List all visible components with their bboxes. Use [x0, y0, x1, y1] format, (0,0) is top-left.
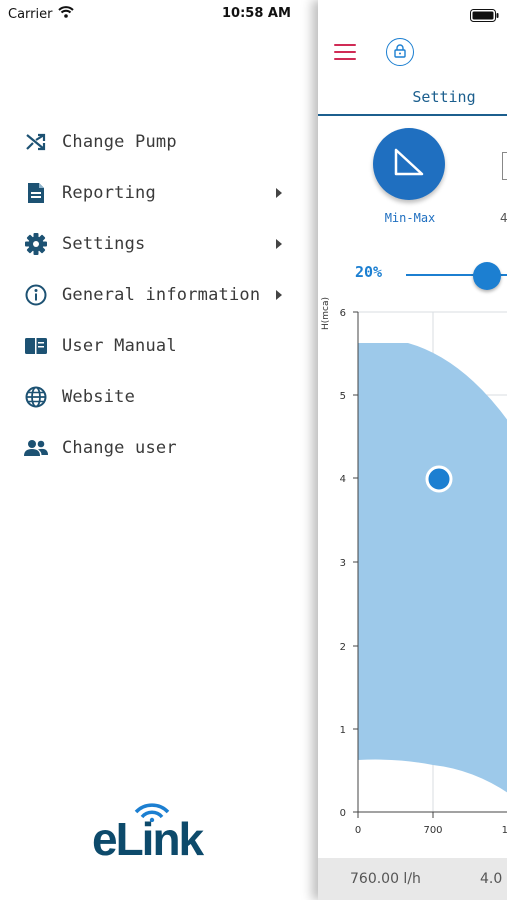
y-tick: 1 — [340, 725, 346, 736]
operating-point[interactable] — [425, 465, 453, 493]
users-icon — [24, 436, 48, 460]
menu-item-label: Change user — [62, 437, 177, 458]
y-tick: 5 — [340, 391, 346, 402]
chevron-right-icon — [276, 187, 282, 198]
menu-item-label: User Manual — [62, 335, 177, 356]
menu-item-label: General information — [62, 284, 261, 305]
document-icon — [24, 181, 48, 205]
min-max-mode-button[interactable] — [373, 128, 445, 200]
hamburger-line — [334, 51, 356, 53]
y-tick: 2 — [340, 642, 346, 653]
logo-text: eLink — [92, 813, 204, 865]
hamburger-line — [334, 58, 356, 60]
menu-item-label: Settings — [62, 233, 146, 254]
slider-thumb[interactable] — [473, 262, 501, 290]
wifi-icon — [58, 6, 75, 22]
chevron-right-icon — [276, 238, 282, 249]
menu-item-label: Change Pump — [62, 131, 177, 152]
x-tick: 14 — [502, 825, 507, 836]
menu-item-reporting[interactable]: Reporting — [0, 167, 318, 218]
x-tick: 0 — [355, 825, 361, 836]
next-mode-label: 4 — [500, 211, 507, 225]
y-tick: 3 — [340, 558, 346, 569]
status-bar: Carrier 10:58 AM — [0, 0, 507, 28]
menu-item-label: Reporting — [62, 182, 156, 203]
book-icon — [24, 334, 48, 358]
menu-item-change-pump[interactable]: Change Pump — [0, 116, 318, 167]
next-mode-icon[interactable] — [502, 152, 507, 180]
pump-curve-chart: 0 1 2 3 4 5 6 0 700 14 — [340, 308, 507, 836]
y-tick: 6 — [340, 308, 346, 319]
drawer-menu: Change Pump Reporting Settings General i… — [0, 116, 318, 473]
chevron-right-icon — [276, 289, 282, 300]
shuffle-icon — [24, 130, 48, 154]
side-drawer: Change Pump Reporting Settings General i… — [0, 0, 318, 900]
hamburger-menu-button[interactable] — [334, 44, 356, 65]
triangle-ruler-icon — [392, 147, 426, 181]
menu-item-settings[interactable]: Settings — [0, 218, 318, 269]
carrier-info: Carrier — [8, 6, 75, 22]
x-tick: 700 — [423, 825, 442, 836]
menu-item-general-information[interactable]: General information — [0, 269, 318, 320]
lock-button[interactable] — [386, 38, 414, 66]
elink-logo: eLink — [92, 800, 232, 865]
y-tick: 0 — [340, 808, 346, 819]
battery-icon — [470, 7, 500, 26]
hamburger-line — [334, 44, 356, 46]
menu-item-label: Website — [62, 386, 136, 407]
info-icon — [24, 283, 48, 307]
mode-label: Min-Max — [384, 211, 436, 225]
tab-setting[interactable]: Setting — [388, 88, 500, 106]
main-panel: Setting Min-Max 4 20% H(mca) 0 1 2 3 4 5… — [318, 0, 507, 900]
operating-area — [358, 343, 507, 793]
clock: 10:58 AM — [222, 6, 291, 21]
menu-item-user-manual[interactable]: User Manual — [0, 320, 318, 371]
gear-icon — [24, 232, 48, 256]
y-tick: 4 — [340, 474, 346, 485]
flow-value: 760.00 l/h — [350, 871, 421, 887]
head-value: 4.0 — [480, 871, 503, 887]
tab-underline — [318, 114, 507, 116]
lock-icon — [394, 43, 406, 62]
slider-percent: 20% — [355, 263, 383, 281]
carrier-label: Carrier — [8, 6, 53, 22]
globe-icon — [24, 385, 48, 409]
menu-item-change-user[interactable]: Change user — [0, 422, 318, 473]
menu-item-website[interactable]: Website — [0, 371, 318, 422]
